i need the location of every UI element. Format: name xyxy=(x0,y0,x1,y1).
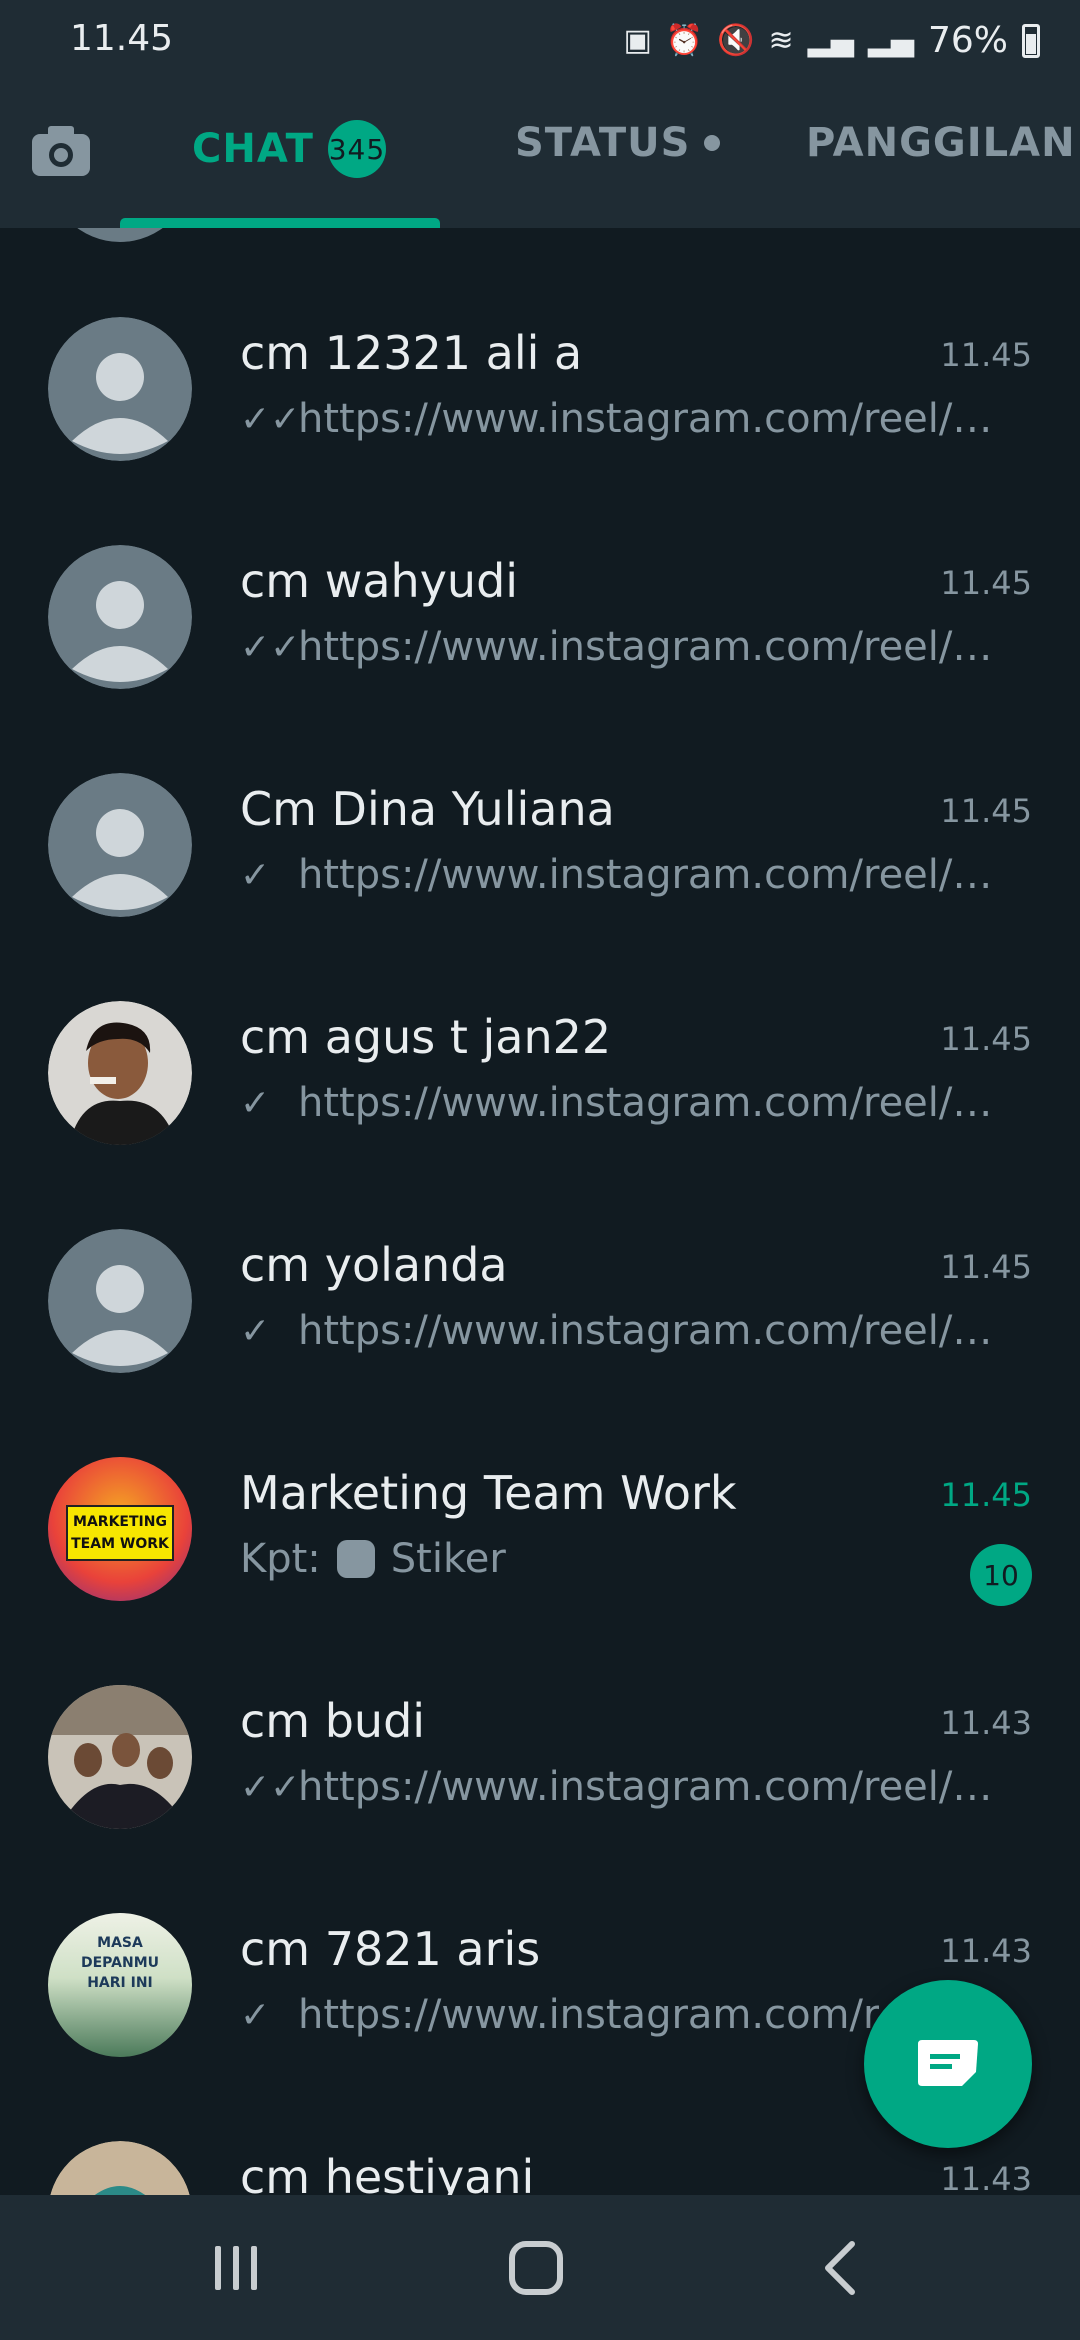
chat-preview: ✓✓ https://www.instagram.com/reel/C... xyxy=(240,624,1020,670)
chat-preview: ✓✓ https://www.instagram.com/reel/C... xyxy=(240,396,1020,442)
recent-apps-icon xyxy=(215,2246,257,2290)
chat-row[interactable]: cm budi 11.43 ✓✓ https://www.instagram.c… xyxy=(0,1596,1080,1829)
tab-chat-label: CHAT xyxy=(192,126,314,172)
mute-icon: 🔇 xyxy=(717,22,755,58)
chat-name: cm yolanda xyxy=(240,1238,508,1292)
chat-row[interactable]: cm 12321 ali a 11.45 ✓✓ https://www.inst… xyxy=(0,228,1080,461)
back-button[interactable] xyxy=(800,2235,880,2301)
chat-row[interactable]: cm agus t jan22 11.45 ✓ https://www.inst… xyxy=(0,912,1080,1145)
chat-name: Cm Dina Yuliana xyxy=(240,782,615,836)
profile-photo: MASA DEPANMU HARI INI xyxy=(48,1913,192,2057)
chat-preview: Kpt: Stiker xyxy=(240,1536,1020,1582)
message-text: https://www.instagram.com/reel/C... xyxy=(298,396,1018,442)
new-chat-button[interactable] xyxy=(864,1980,1032,2148)
chat-name: cm hestiyani xyxy=(240,2150,535,2195)
status-time: 11.45 xyxy=(70,18,174,59)
app-header: CHAT 345 STATUS PANGGILAN xyxy=(0,82,1080,228)
wifi-icon: ≋ xyxy=(768,22,794,58)
chat-name: cm wahyudi xyxy=(240,554,519,608)
chat-row[interactable]: cm wahyudi 11.45 ✓✓ https://www.instagra… xyxy=(0,456,1080,689)
chat-preview: ✓ https://www.instagram.com/reel/C... xyxy=(240,852,1020,898)
message-text: Stiker xyxy=(390,1536,506,1582)
signal-2-icon: ▂▄ xyxy=(867,22,914,58)
single-check-icon: ✓ xyxy=(240,1994,271,2036)
chat-preview: ✓✓ https://www.instagram.com/reel/C... xyxy=(240,1764,1020,1810)
chat-name: cm agus t jan22 xyxy=(240,1010,612,1064)
sender-label: Kpt: xyxy=(240,1536,321,1582)
profile-photo xyxy=(50,2141,190,2195)
status-icons: ▣ ⏰ 🔇 ≋ ▂▄ ▂▄ 76% xyxy=(623,20,1040,61)
chat-time: 11.43 xyxy=(940,1704,1032,1742)
tab-status[interactable]: STATUS xyxy=(515,120,721,166)
sticker-icon xyxy=(336,1540,375,1578)
double-check-icon: ✓✓ xyxy=(240,1766,301,1808)
message-text: https://www.instagram.com/reel/C... xyxy=(298,1764,1018,1810)
chat-name: Marketing Team Work xyxy=(240,1466,737,1520)
chat-time: 11.43 xyxy=(940,1932,1032,1970)
battery-icon xyxy=(1022,23,1040,58)
active-tab-indicator xyxy=(120,218,440,228)
message-text: https://www.instagram.com/r xyxy=(298,1992,880,2038)
tab-calls-label: PANGGILAN xyxy=(806,120,1076,166)
unread-count-badge: 345 xyxy=(327,120,386,178)
chat-name: cm 7821 aris xyxy=(240,1922,541,1976)
chat-time: 11.45 xyxy=(940,1476,1032,1514)
chat-time: 11.45 xyxy=(940,1020,1032,1058)
group-avatar: MARKETING TEAM WORK xyxy=(48,1457,192,1601)
default-avatar-icon xyxy=(48,773,192,917)
chat-row[interactable]: cm yolanda 11.45 ✓ https://www.instagram… xyxy=(0,1140,1080,1373)
home-icon xyxy=(509,2241,563,2295)
chat-row[interactable]: MARKETING TEAM WORK Marketing Team Work … xyxy=(0,1368,1080,1606)
message-text: https://www.instagram.com/reel/C... xyxy=(298,1308,1018,1354)
message-text: https://www.instagram.com/reel/C... xyxy=(298,852,1018,898)
chat-preview: ✓ https://www.instagram.com/reel/C... xyxy=(240,1308,1020,1354)
tab-status-label: STATUS xyxy=(515,120,691,166)
tab-calls[interactable]: PANGGILAN xyxy=(806,120,1076,166)
chat-name: cm 12321 ali a xyxy=(240,326,583,380)
chat-time: 11.45 xyxy=(940,792,1032,830)
chat-time: 11.45 xyxy=(940,336,1032,374)
camera-icon[interactable] xyxy=(30,124,92,178)
new-message-icon xyxy=(918,2040,978,2086)
default-avatar-icon xyxy=(48,545,192,689)
single-check-icon: ✓ xyxy=(240,1082,271,1124)
message-text: https://www.instagram.com/reel/C... xyxy=(298,1080,1018,1126)
status-update-dot xyxy=(704,135,721,151)
battery-saver-icon: ▣ xyxy=(623,22,652,58)
avatar-caption: MASA DEPANMU HARI INI xyxy=(80,1935,159,1991)
profile-photo xyxy=(48,1685,192,1829)
home-button[interactable] xyxy=(496,2235,576,2301)
battery-percentage: 76% xyxy=(927,20,1008,61)
system-navigation-bar xyxy=(0,2195,1080,2340)
group-avatar-logo-text: MARKETING TEAM WORK xyxy=(66,1505,174,1561)
message-text: https://www.instagram.com/reel/C... xyxy=(298,624,1018,670)
double-check-icon: ✓✓ xyxy=(240,626,301,668)
profile-photo xyxy=(48,1001,192,1145)
single-check-icon: ✓ xyxy=(240,1310,271,1352)
chat-name: cm budi xyxy=(240,1694,426,1748)
chat-list[interactable]: cm 12321 ali a 11.45 ✓✓ https://www.inst… xyxy=(0,228,1080,2195)
back-icon xyxy=(825,2241,855,2295)
recent-apps-button[interactable] xyxy=(196,2235,276,2301)
default-avatar-icon xyxy=(48,317,192,461)
chat-time: 11.45 xyxy=(940,564,1032,602)
default-avatar-icon xyxy=(48,1229,192,1373)
single-check-icon: ✓ xyxy=(240,854,271,896)
chat-row[interactable]: Cm Dina Yuliana 11.45 ✓ https://www.inst… xyxy=(0,684,1080,917)
chat-preview: ✓ https://www.instagram.com/reel/C... xyxy=(240,1080,1020,1126)
tab-chat[interactable]: CHAT 345 xyxy=(192,120,386,178)
alarm-icon: ⏰ xyxy=(665,22,704,58)
signal-icon: ▂▄ xyxy=(807,22,854,58)
double-check-icon: ✓✓ xyxy=(240,398,301,440)
chat-time: 11.43 xyxy=(940,2160,1032,2195)
chat-time: 11.45 xyxy=(940,1248,1032,1286)
status-bar: 11.45 ▣ ⏰ 🔇 ≋ ▂▄ ▂▄ 76% xyxy=(0,0,1080,82)
